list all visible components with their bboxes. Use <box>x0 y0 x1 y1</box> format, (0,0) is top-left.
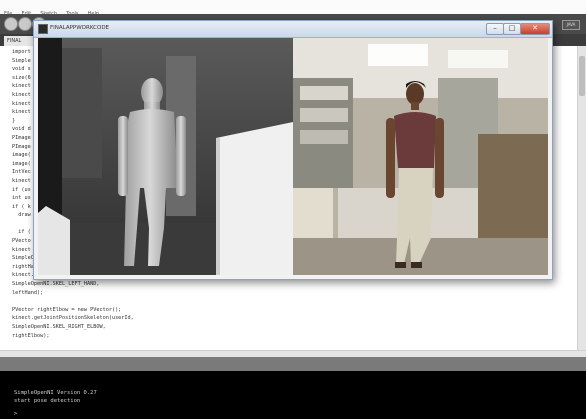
depth-image <box>38 38 293 275</box>
console-line: SimpleOpenNI Version 0.27 <box>14 390 97 396</box>
stop-button[interactable] <box>18 17 32 31</box>
kinect-camera-view <box>38 38 548 275</box>
maximize-button[interactable]: □ <box>503 23 521 35</box>
sketch-canvas <box>38 38 548 275</box>
console[interactable]: SimpleOpenNI Version 0.27 start pose det… <box>0 371 586 419</box>
run-button[interactable] <box>4 17 18 31</box>
scroll-thumb[interactable] <box>579 56 585 96</box>
vertical-scrollbar[interactable] <box>577 46 586 358</box>
message-area <box>0 357 586 371</box>
console-line: start pose detection <box>14 398 81 404</box>
menu-bar: File Edit Sketch Tools Help <box>0 0 586 17</box>
mode-button[interactable]: JAVA <box>562 20 580 30</box>
app-icon <box>38 24 48 34</box>
rgb-image <box>293 38 548 275</box>
console-prompt: > <box>14 411 18 417</box>
sketch-title: FINALAPPWORKCODE <box>50 25 110 31</box>
sketch-window[interactable]: FINALAPPWORKCODE – □ ✕ <box>33 20 553 280</box>
sketch-title-bar[interactable]: FINALAPPWORKCODE – □ ✕ <box>34 21 552 38</box>
minimize-button[interactable]: – <box>486 23 504 35</box>
close-button[interactable]: ✕ <box>520 23 550 35</box>
